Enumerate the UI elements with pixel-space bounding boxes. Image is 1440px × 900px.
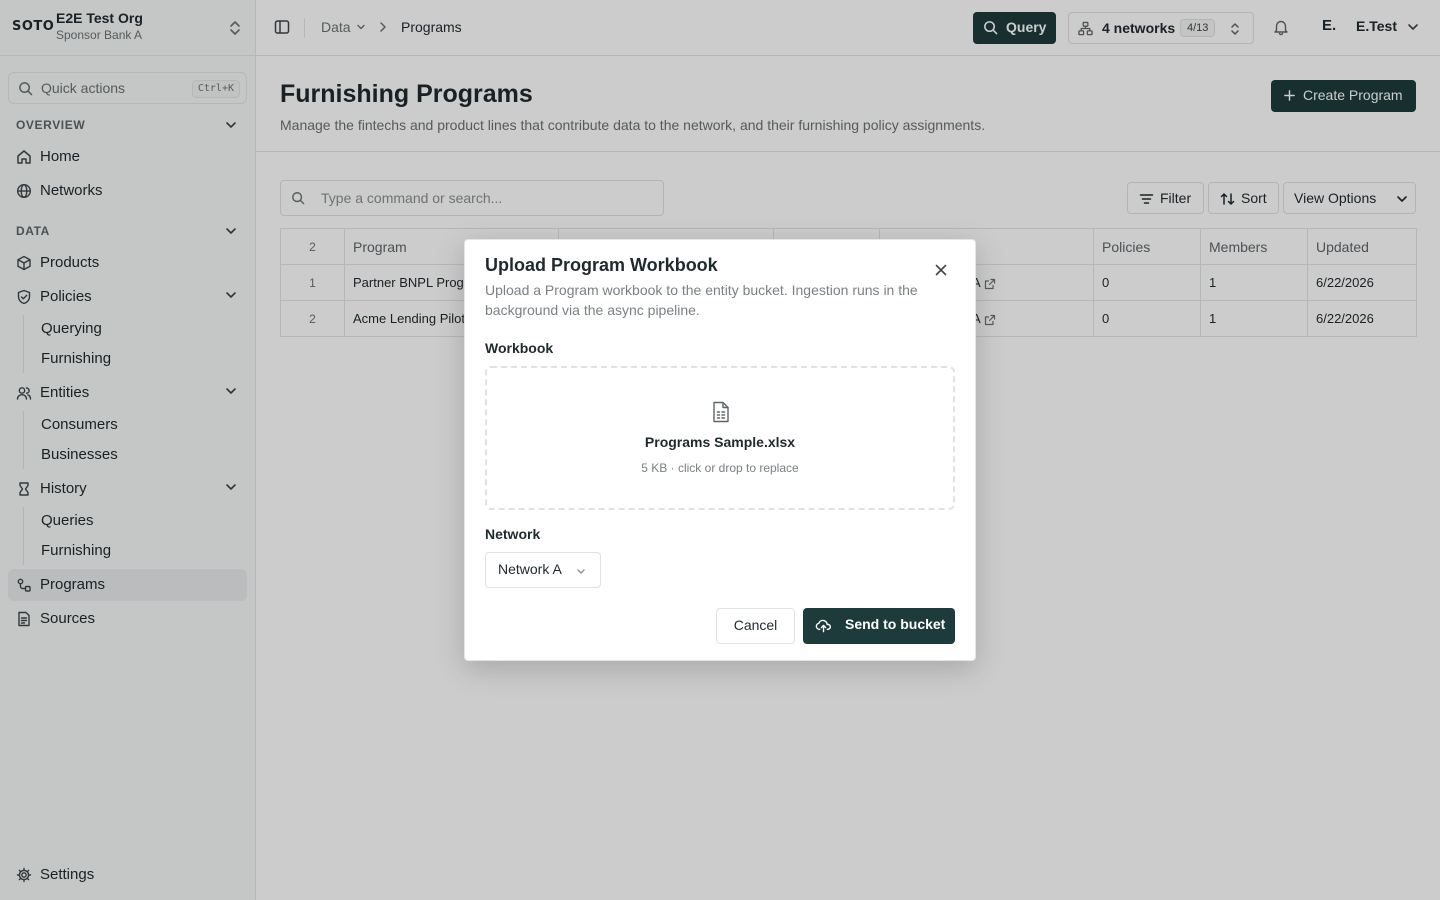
file-dropzone[interactable]: Programs Sample.xlsx 5 KB · click or dro… <box>485 366 955 510</box>
network-select-value: Network A <box>498 561 562 577</box>
network-select[interactable]: Network A <box>485 552 601 588</box>
cancel-label: Cancel <box>733 617 778 633</box>
network-label: Network <box>485 526 541 542</box>
close-icon[interactable] <box>935 264 947 276</box>
cloud-upload-icon <box>815 618 832 633</box>
chevron-down-icon <box>576 568 586 575</box>
cancel-button[interactable]: Cancel <box>716 608 795 644</box>
dialog-description: Upload a Program workbook to the entity … <box>485 282 918 318</box>
send-to-bucket-button[interactable]: Send to bucket <box>803 608 955 644</box>
spreadsheet-file-icon <box>711 401 731 423</box>
file-name: Programs Sample.xlsx <box>644 434 796 450</box>
send-to-bucket-label: Send to bucket <box>845 616 946 632</box>
upload-workbook-dialog: Upload Program Workbook Upload a Program… <box>464 239 976 661</box>
dialog-title: Upload Program Workbook <box>485 255 718 275</box>
file-meta: 5 KB · click or drop to replace <box>641 461 799 475</box>
workbook-label: Workbook <box>485 340 554 356</box>
